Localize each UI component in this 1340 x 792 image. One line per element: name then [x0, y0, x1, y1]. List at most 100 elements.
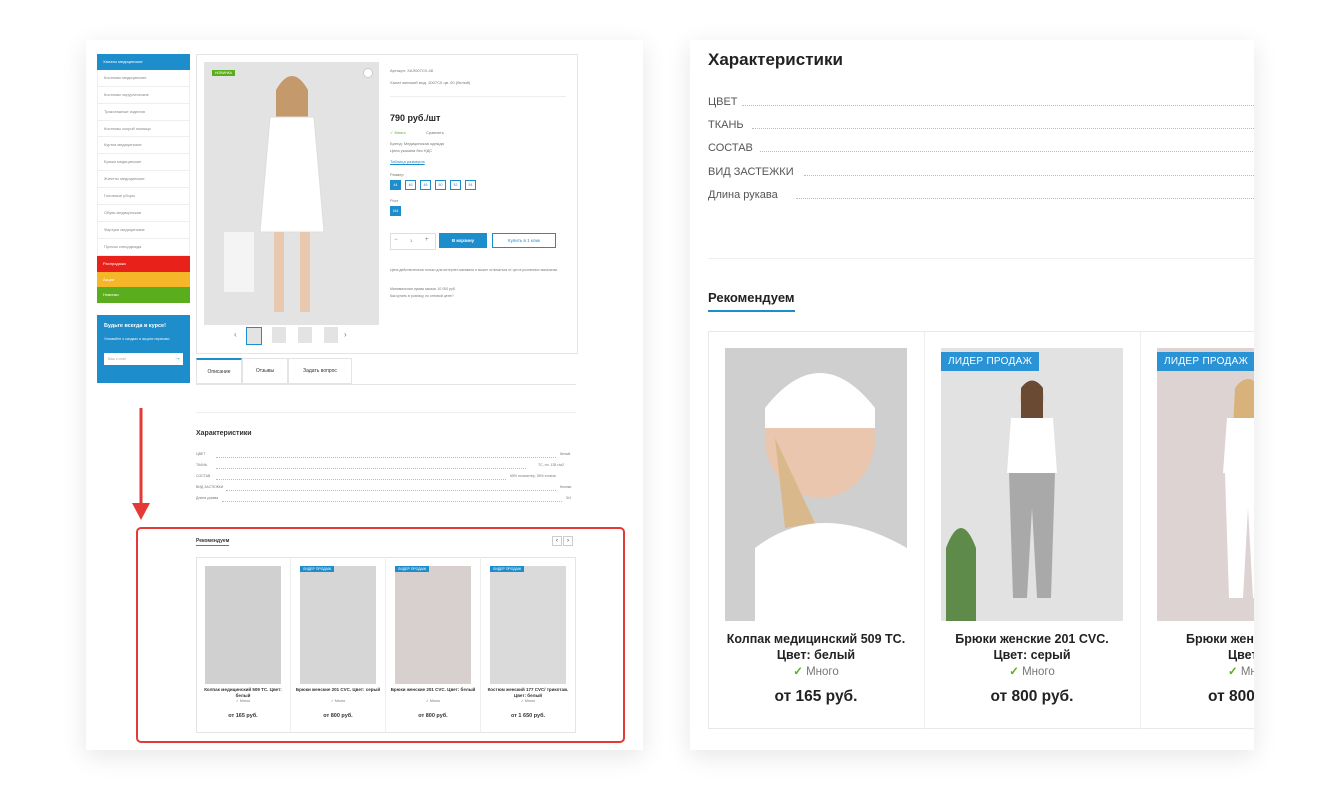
char-label-text: СОСТАВ [708, 142, 753, 154]
product-card-title-line: Брюки женск [1186, 632, 1254, 646]
gallery-thumb[interactable] [324, 327, 338, 343]
size-option[interactable]: 44 [390, 180, 401, 190]
product-card-title[interactable]: Брюки женск Цвет: б [1186, 631, 1254, 663]
stock-text: Много [1022, 666, 1055, 678]
product-badge-new: НОВИНКА [212, 70, 236, 76]
qty-value[interactable]: 1 [410, 238, 412, 243]
product-article: Артикул: ХАЛ007СХ-48 [390, 68, 433, 73]
sidebar-item[interactable]: Жилеты медицинские [97, 171, 190, 189]
add-to-cart-button[interactable]: В корзину [439, 233, 487, 248]
product-main-image[interactable]: НОВИНКА [204, 62, 379, 325]
tab-ask-question[interactable]: Задать вопрос [288, 358, 352, 384]
check-icon: ✓ [1009, 666, 1019, 678]
gallery-prev-icon[interactable]: ‹ [234, 330, 237, 339]
product-card-stock: ✓ Много [708, 664, 924, 678]
retail-link[interactable]: Как купить в розницу по оптовой цене? [390, 294, 454, 298]
product-card-title[interactable]: Колпак медицинский 509 ТС. Цвет: белый [714, 631, 918, 663]
product-card-title-line: Цвет: белый [776, 648, 856, 662]
sidebar-item[interactable]: Трикотажные изделия [97, 103, 190, 121]
height-label: Рост [390, 198, 399, 203]
bestseller-badge: ЛИДЕР ПРОДАЖ [941, 352, 1040, 371]
product-card[interactable]: ЛИДЕР ПРОДАЖ Брюки женские 201 CVC. Цвет:… [924, 331, 1141, 729]
check-icon: ✓ [1228, 666, 1238, 678]
product-card-image[interactable]: ЛИДЕР ПРОДАЖ [1157, 348, 1254, 621]
gallery-next-icon[interactable]: › [344, 330, 347, 339]
product-name: Халат женский мод. 2007СХ цв. 00 (белый) [390, 80, 471, 85]
favorite-icon[interactable] [363, 68, 373, 78]
char-label-text: ВИД ЗАСТЕЖКИ [708, 166, 794, 178]
sidebar-item-new[interactable]: Новинки [97, 287, 190, 304]
product-card-title-line: Цвет: б [1228, 648, 1254, 662]
product-card-image[interactable] [725, 348, 907, 621]
sidebar-item[interactable]: Головные уборы [97, 188, 190, 206]
qty-minus-button[interactable]: − [394, 237, 398, 243]
char-value: 65% полиэстер, 35% хлопок [510, 474, 556, 478]
sidebar-item[interactable]: Костюмы хирургические [97, 86, 190, 104]
product-card[interactable]: Колпак медицинский 509 ТС. Цвет: белый ✓ … [708, 331, 925, 729]
sidebar-item[interactable]: Фартуки медицинские [97, 221, 190, 239]
size-option[interactable]: 50 [435, 180, 446, 190]
subscribe-box: Будьте всегда в курсе! Узнавайте о скидк… [97, 315, 190, 384]
char-label: ЦВЕТ [196, 452, 206, 456]
sidebar-item-sale[interactable]: Распродажа [97, 255, 190, 272]
product-card-title-line: Цвет: серый [993, 648, 1071, 662]
zoomed-section: Характеристики ЦВЕТ ТКАНЬ СОСТАВ ВИД ЗАС… [690, 40, 1254, 750]
sidebar-item[interactable]: Прочая спецодежда [97, 238, 190, 256]
sidebar-item-promo[interactable]: Акции [97, 271, 190, 288]
product-card-title[interactable]: Брюки женские 201 CVC. Цвет: серый [930, 631, 1134, 663]
compare-checkbox[interactable]: Сравнить [426, 130, 444, 135]
price-info-text: Цена действительна только для интернет-м… [390, 268, 558, 272]
sidebar-item[interactable]: Брюки медицинские [97, 154, 190, 172]
char-value: ТС, пл. 135 г/м2 [538, 463, 564, 467]
char-label-text: ЦВЕТ [708, 96, 738, 108]
tab-reviews[interactable]: Отзывы [242, 358, 288, 384]
size-option[interactable]: 46 [405, 180, 416, 190]
sidebar-item[interactable]: Обувь медицинская [97, 205, 190, 222]
min-order-text: Минимальная сумма заказа: 10 000 руб. [390, 287, 456, 291]
size-option[interactable]: 54 [465, 180, 476, 190]
size-option[interactable]: 48 [420, 180, 431, 190]
char-value: 3/4 [566, 496, 571, 500]
size-table-link[interactable]: Таблица размеров [390, 159, 425, 164]
qty-plus-button[interactable]: + [425, 237, 429, 243]
sidebar-item[interactable]: Куртки медицинские [97, 137, 190, 155]
height-option[interactable]: 164 [390, 206, 401, 216]
char-label-text: Длина рукава [708, 189, 778, 201]
subscribe-email-input[interactable]: Ваш e-mail [104, 353, 172, 366]
gallery-thumb[interactable] [298, 327, 312, 343]
divider [390, 96, 566, 97]
stock-status: ✓ Много [390, 130, 406, 135]
char-label: ВИД ЗАСТЕЖКИ [196, 485, 224, 489]
product-card[interactable]: ЛИДЕР ПРОДАЖ Брюки женск Цвет: б ✓ Мн от … [1140, 331, 1254, 729]
subscribe-text: Узнавайте о скидках и акциях первыми [104, 337, 170, 342]
stock-text: Много [806, 666, 839, 678]
product-card-stock: ✓ Мн [1228, 664, 1254, 678]
char-dots [216, 457, 556, 458]
cap-photo-illustration [725, 348, 907, 621]
char-label: Длина рукава [196, 496, 219, 500]
buy-one-click-button[interactable]: Купить в 1 клик [492, 233, 556, 248]
char-label: ТКАНЬ [708, 119, 1254, 133]
stock-text: Мн [1240, 666, 1254, 678]
size-option[interactable]: 52 [450, 180, 461, 190]
char-label: ТКАНЬ [196, 463, 208, 467]
pants-photo-illustration [941, 348, 1123, 621]
gallery-thumb[interactable] [246, 327, 262, 345]
arrow-down-icon [131, 408, 151, 526]
divider [196, 412, 576, 413]
gallery-thumb[interactable] [272, 327, 286, 343]
char-dots [216, 468, 526, 469]
bestseller-badge: ЛИДЕР ПРОДАЖ [1157, 352, 1254, 371]
product-card-price: от 800 [1208, 688, 1254, 705]
char-label: СОСТАВ [708, 142, 1254, 156]
product-card-image[interactable]: ЛИДЕР ПРОДАЖ [941, 348, 1123, 621]
sidebar-item[interactable]: Костюмы скорой помощи [97, 120, 190, 138]
char-value: Кнопки [560, 485, 572, 489]
sidebar-item-head[interactable]: Халаты медицинские [97, 54, 190, 70]
characteristics-title: Характеристики [708, 50, 843, 69]
sidebar-item[interactable]: Костюмы медицинские [97, 69, 190, 87]
product-card-title-line: Брюки женские 201 CVC. [955, 632, 1109, 646]
subscribe-arrow-icon[interactable]: → [172, 353, 183, 366]
tab-description[interactable]: Описание [196, 358, 242, 384]
char-label: ЦВЕТ [708, 96, 1254, 110]
